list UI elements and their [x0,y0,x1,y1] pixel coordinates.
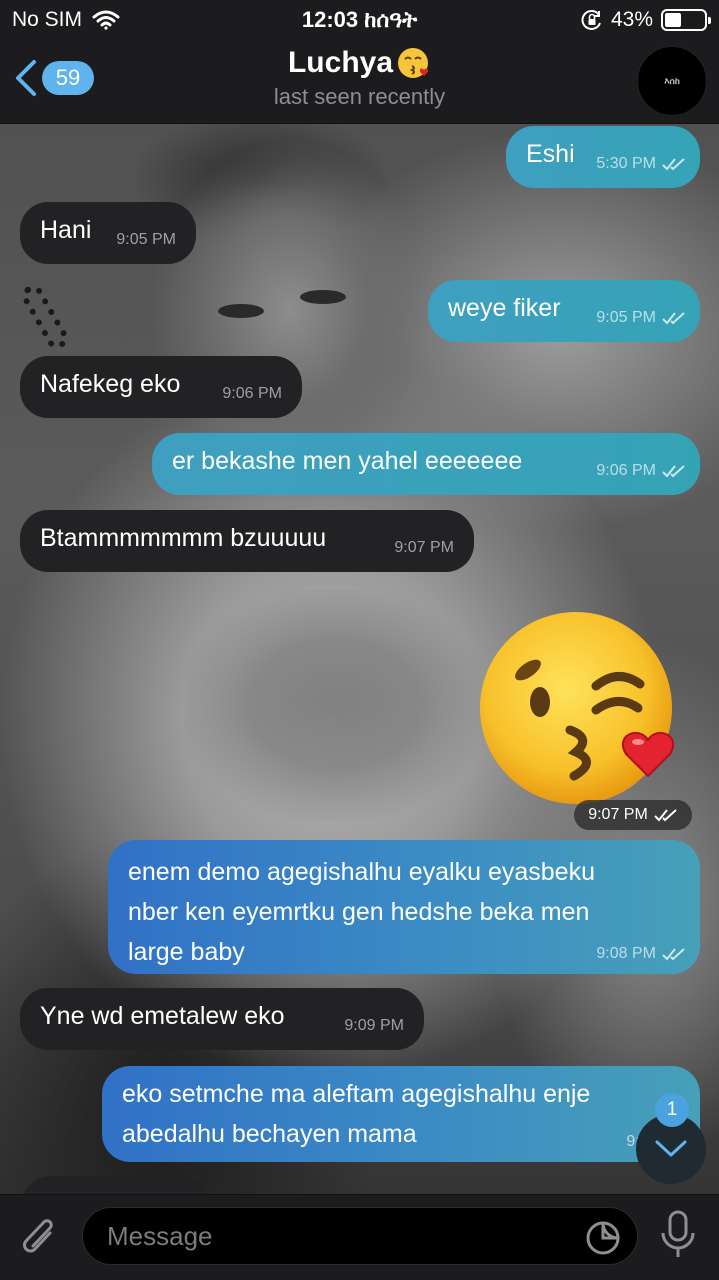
unread-count-badge: 1 [655,1093,689,1127]
paperclip-icon[interactable] [20,1215,60,1261]
chat-header: 59 Luchya last seen recently እሰከ [0,40,719,124]
message-input-bar [0,1194,719,1280]
unread-chats-badge: 59 [42,61,94,95]
sticker-icon[interactable] [585,1220,621,1256]
battery-percent: 43% [610,8,653,31]
double-check-icon [662,948,685,961]
wallpaper-bracelet [17,281,73,353]
avatar[interactable]: እሰከ [637,46,707,116]
message-bubble-incoming[interactable]: Hani 9:05 PM [20,202,196,264]
message-bubble-outgoing[interactable]: weye fiker 9:05 PM [428,280,700,342]
message-text: Eshi [526,140,575,168]
message-time: 9:05 PM [596,309,656,326]
message-input[interactable] [107,1220,567,1252]
message-time: 9:07 PM [394,539,454,556]
message-text: Yne wd emetalew eko [40,1002,285,1030]
message-time: 9:05 PM [116,231,176,248]
wifi-icon [92,10,120,30]
message-time: 9:06 PM [596,462,656,479]
double-check-icon [662,158,685,171]
message-time: 9:07 PM [588,806,648,823]
wallpaper-shirt-print [185,590,485,820]
wallpaper-eye-left [218,304,264,318]
message-text: weye fiker [448,294,561,322]
avatar-text: እሰከ [664,75,680,86]
chevron-left-icon [16,60,36,96]
last-seen-status: last seen recently [273,84,446,109]
message-time: 9:09 PM [344,1017,404,1034]
microphone-icon[interactable] [658,1209,698,1261]
message-text: Hani [40,216,92,244]
chat-title: Luchya [287,46,394,79]
message-line: nber ken eyemrtku gen hedshe beka men [128,898,590,926]
message-time: 9:08 PM [596,945,656,962]
double-check-icon [662,465,685,478]
message-line: eko setmche ma aleftam agegishalhu enje [122,1080,591,1108]
back-button[interactable]: 59 [14,58,94,98]
chat-title-area[interactable]: Luchya last seen recently [200,46,519,110]
chevron-down-icon [655,1140,687,1157]
message-time: 9:06 PM [222,385,282,402]
clock: 12:03 ከሰዓት [301,7,418,32]
message-bubble-incoming[interactable]: Yne wd emetalew eko 9:09 PM [20,988,424,1050]
message-field[interactable] [82,1207,638,1265]
kiss-emoji-icon [398,48,429,78]
message-time: 5:30 PM [596,155,656,172]
double-check-icon [654,809,677,822]
status-bar: No SIM 12:03 ከሰዓት 43% [0,0,719,40]
kiss-sticker[interactable] [478,612,684,808]
wallpaper-eye-right [300,290,346,304]
message-bubble-outgoing[interactable]: er bekashe men yahel eeeeeee 9:06 PM [152,433,700,495]
message-text: Btammmmmmm bzuuuuu [40,524,327,552]
message-bubble-incoming[interactable]: Nafekeg eko 9:06 PM [20,356,302,418]
rotation-lock-icon [581,10,601,30]
message-bubble-outgoing[interactable]: Eshi 5:30 PM [506,126,700,188]
message-bubble-incoming[interactable]: Btammmmmmm bzuuuuu 9:07 PM [20,510,474,572]
message-line: large baby [128,938,245,966]
carrier-label: No SIM [12,8,83,31]
message-text: Nafekeg eko [40,370,181,398]
sticker-time-badge: 9:07 PM [574,800,692,830]
message-text: er bekashe men yahel eeeeeee [172,447,523,475]
message-bubble-outgoing[interactable]: enem demo agegishalhu eyalku eyasbeku nb… [108,840,700,974]
message-line: enem demo agegishalhu eyalku eyasbeku [128,858,595,886]
message-bubble-outgoing[interactable]: eko setmche ma aleftam agegishalhu enje … [102,1066,700,1162]
message-line: abedalhu bechayen mama [122,1120,417,1148]
battery-icon [661,9,711,31]
double-check-icon [662,312,685,325]
